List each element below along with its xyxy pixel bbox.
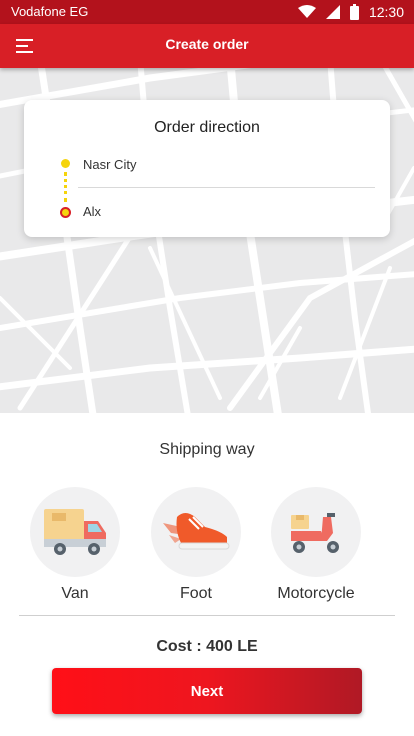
card-divider	[78, 187, 375, 188]
next-button[interactable]: Next	[52, 668, 362, 714]
motorcycle-icon	[291, 513, 339, 553]
shipping-sheet: Shipping way Van Foot Motorcycle Cost: …	[0, 413, 414, 736]
status-bar: Vodafone EG 12:30	[0, 0, 414, 24]
route-dotted-line	[64, 172, 67, 202]
order-direction-card: Order direction Nasr City Alx	[24, 100, 390, 237]
origin-field[interactable]: Nasr City	[83, 157, 136, 172]
signal-icon	[325, 5, 340, 19]
van-icon	[44, 509, 106, 555]
destination-field[interactable]: Alx	[83, 204, 101, 219]
motorcycle-option-circle[interactable]	[271, 487, 361, 577]
destination-marker-icon	[60, 207, 71, 218]
shoe-icon	[163, 513, 230, 550]
order-direction-title: Order direction	[154, 119, 260, 136]
status-icons: 12:30	[297, 3, 404, 21]
app-bar: Create order	[0, 24, 414, 68]
clock: 12:30	[368, 4, 404, 20]
carrier-name: Vodafone EG	[11, 4, 89, 19]
foot-label: Foot	[179, 585, 212, 602]
van-option-circle[interactable]	[30, 487, 120, 577]
sheet-divider	[19, 615, 395, 616]
motorcycle-label: Motorcycle	[277, 585, 355, 602]
foot-option-circle[interactable]	[151, 487, 241, 577]
battery-icon	[349, 4, 359, 20]
page-title: Create order	[165, 36, 249, 52]
cost-label: Cost : 400 LE	[156, 638, 258, 655]
shipping-way-title: Shipping way	[159, 441, 255, 458]
origin-marker-icon	[61, 159, 70, 168]
wifi-icon	[297, 5, 316, 18]
van-label: Van	[61, 585, 89, 602]
